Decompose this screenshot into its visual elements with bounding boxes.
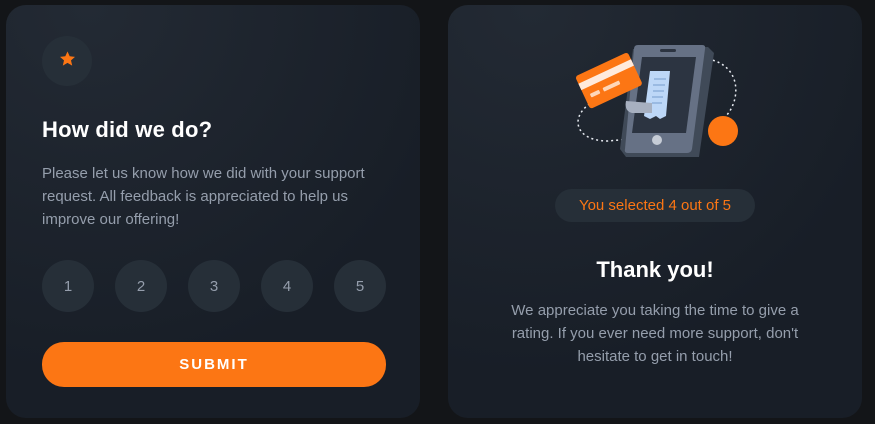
rating-title: How did we do?: [42, 117, 213, 142]
rating-button-4[interactable]: 4: [261, 260, 313, 312]
rating-button-3[interactable]: 3: [188, 260, 240, 312]
selected-rating-badge: You selected 4 out of 5: [555, 189, 755, 222]
star-icon: [59, 51, 76, 72]
phone-receipt-card-illustration: [568, 41, 743, 161]
rating-card: How did we do? Please let us know how we…: [6, 5, 420, 418]
submit-button[interactable]: SUBMIT: [42, 342, 386, 387]
rating-description: Please let us know how we did with your …: [42, 165, 365, 228]
rating-button-2[interactable]: 2: [115, 260, 167, 312]
thank-you-description: We appreciate you taking the time to giv…: [511, 302, 799, 365]
star-badge: [42, 36, 92, 86]
rating-options: 1 2 3 4 5: [42, 260, 386, 312]
rating-button-5[interactable]: 5: [334, 260, 386, 312]
rating-button-1[interactable]: 1: [42, 260, 94, 312]
thank-you-card: You selected 4 out of 5 Thank you! We ap…: [448, 5, 862, 418]
thank-you-title: Thank you!: [596, 257, 714, 282]
